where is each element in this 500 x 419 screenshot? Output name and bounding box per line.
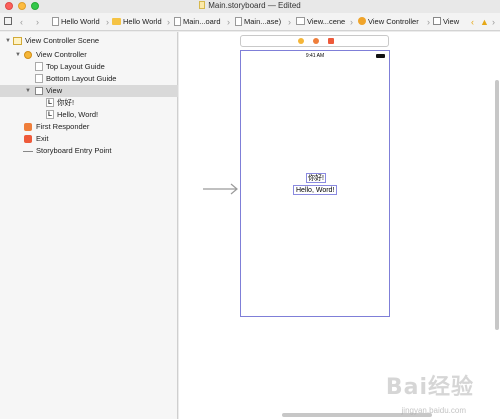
exit-icon[interactable] <box>328 38 334 44</box>
related-items-button[interactable] <box>4 13 12 30</box>
outline-row-label-en[interactable]: L Hello, Word! <box>0 109 178 121</box>
scene-icon <box>296 17 305 25</box>
outline-row-label: Storyboard Entry Point <box>36 146 112 155</box>
disclosure-triangle-icon[interactable]: ▼ <box>15 49 21 61</box>
exit-icon <box>24 135 32 143</box>
outline-row-label: Bottom Layout Guide <box>46 74 117 83</box>
outline-row-label: Top Layout Guide <box>46 62 105 71</box>
label-icon: L <box>46 98 54 107</box>
outline-row-label: Hello, Word! <box>57 110 99 119</box>
vertical-scrollbar[interactable] <box>495 80 499 330</box>
jumpbar-item-view-controller[interactable]: View Controller <box>358 13 419 30</box>
outline-row-bottom-layout-guide[interactable]: Bottom Layout Guide <box>0 73 178 85</box>
storyboard-file-icon <box>199 1 206 9</box>
view-controller-icon <box>358 17 366 25</box>
jumpbar-item-group[interactable]: Hello World <box>112 13 162 30</box>
jumpbar-item-label: Hello World <box>123 17 162 26</box>
jumpbar-item-scene[interactable]: View...cene <box>296 13 346 30</box>
chevron-right-icon: › <box>106 17 109 27</box>
storyboard-icon <box>174 17 181 26</box>
entry-point-arrow-icon <box>23 151 33 152</box>
jumpbar-item-label: View Controller <box>368 17 419 26</box>
folder-icon <box>112 18 121 25</box>
chevron-right-icon: › <box>227 17 230 27</box>
jumpbar-item-label: Main...oard <box>183 17 221 26</box>
outline-row-first-responder[interactable]: First Responder <box>0 121 178 133</box>
chevron-right-icon: › <box>167 17 170 27</box>
scene-dock <box>240 35 389 47</box>
outline-row-scene[interactable]: ▼ View Controller Scene <box>0 35 178 47</box>
storyboard-canvas[interactable]: 9:41 AM 你好! Hello, Word! <box>179 32 500 419</box>
back-button[interactable]: ‹ <box>20 13 23 30</box>
outline-row-label: View <box>46 86 63 95</box>
view-controller-icon <box>24 51 32 59</box>
label-hello-cn[interactable]: 你好! <box>306 173 326 183</box>
outline-row-view[interactable]: ▼ View <box>0 85 178 97</box>
outline-row-top-layout-guide[interactable]: Top Layout Guide <box>0 61 178 73</box>
first-responder-icon[interactable] <box>313 38 319 44</box>
view-icon <box>433 17 441 25</box>
layout-guide-icon <box>35 62 43 71</box>
outline-row-label: View Controller <box>36 50 87 59</box>
status-bar: 9:41 AM <box>241 52 389 60</box>
jumpbar-item-label: View <box>443 17 460 26</box>
view-controller-frame[interactable]: 9:41 AM <box>240 50 390 317</box>
disclosure-triangle-icon[interactable]: ▼ <box>25 85 31 97</box>
window-title-text: Main.storyboard — Edited <box>208 1 301 10</box>
title-bar: Main.storyboard — Edited <box>0 0 500 13</box>
layout-guide-icon <box>35 74 43 83</box>
outline-row-label-cn[interactable]: L 你好! <box>0 97 178 109</box>
battery-icon <box>376 54 385 58</box>
window-title: Main.storyboard — Edited <box>0 1 500 10</box>
view-controller-icon[interactable] <box>298 38 304 44</box>
chevron-right-icon: › <box>288 17 291 27</box>
view-icon <box>35 87 43 95</box>
jumpbar-item-label: Main...ase) <box>244 17 282 26</box>
first-responder-icon <box>24 123 32 131</box>
jump-bar: ‹ › Hello World › Hello World › Main...o… <box>0 13 500 31</box>
warning-icon[interactable]: ▲ <box>480 13 489 30</box>
chevron-right-icon: › <box>427 17 430 27</box>
outline-row-view-controller[interactable]: ▼ View Controller <box>0 49 178 61</box>
jumpbar-item-label: Hello World <box>61 17 100 26</box>
label-hello-en[interactable]: Hello, Word! <box>293 185 338 195</box>
jumpbar-item-storyboard[interactable]: Main...oard <box>174 13 221 30</box>
outline-row-label: View Controller Scene <box>25 36 100 45</box>
outline-row-entry-point[interactable]: Storyboard Entry Point <box>0 145 178 157</box>
jumpbar-item-view[interactable]: View <box>433 13 460 30</box>
jumpbar-item-label: View...cene <box>307 17 346 26</box>
grid-icon <box>4 17 12 25</box>
chevron-right-icon: › <box>350 17 353 27</box>
outline-row-label: First Responder <box>36 122 90 131</box>
jumpbar-item-project[interactable]: Hello World <box>52 13 100 30</box>
scene-icon <box>13 37 22 45</box>
label-icon: L <box>46 110 54 119</box>
status-time: 9:41 AM <box>305 53 325 59</box>
issue-navigator-back-icon[interactable]: ‹ <box>471 13 474 30</box>
storyboard-icon <box>235 17 242 26</box>
outline-row-label: 你好! <box>57 98 75 107</box>
issue-forward-button[interactable]: › <box>492 13 495 30</box>
forward-button[interactable]: › <box>36 13 39 30</box>
outline-row-label: Exit <box>36 134 49 143</box>
disclosure-triangle-icon[interactable]: ▼ <box>5 35 11 47</box>
project-icon <box>52 17 59 26</box>
watermark-logo: Bai经验 <box>385 375 474 400</box>
watermark-url: jingyan.baidu.com <box>401 406 466 415</box>
outline-row-exit[interactable]: Exit <box>0 133 178 145</box>
jumpbar-item-base[interactable]: Main...ase) <box>235 13 282 30</box>
document-outline: ▼ View Controller Scene ▼ View Controlle… <box>0 32 178 419</box>
entry-point-arrow-icon[interactable] <box>203 183 239 195</box>
